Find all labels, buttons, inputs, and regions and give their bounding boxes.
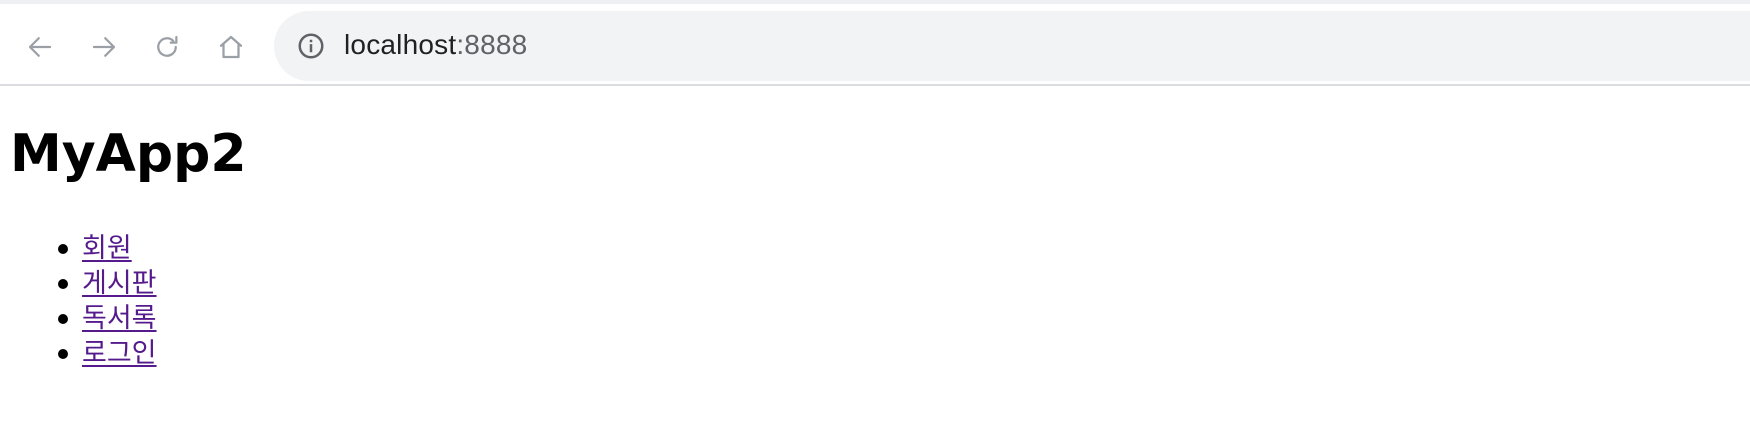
browser-toolbar: localhost:8888	[0, 0, 1750, 86]
page-title: MyApp2	[10, 124, 247, 184]
bullet-icon	[58, 349, 68, 359]
arrow-left-icon	[28, 37, 52, 57]
arrow-right-icon	[92, 37, 116, 57]
url-text[interactable]: localhost:8888	[344, 28, 527, 62]
back-button[interactable]	[19, 26, 61, 68]
list-item: 독서록	[58, 300, 157, 335]
reload-button[interactable]	[146, 26, 188, 68]
home-button[interactable]	[210, 26, 252, 68]
bullet-icon	[58, 314, 68, 324]
home-icon	[219, 35, 243, 59]
info-icon	[298, 33, 324, 59]
nav-link-login[interactable]: 로그인	[82, 338, 157, 369]
bullet-icon	[58, 244, 68, 254]
url-port: :8888	[456, 29, 528, 60]
page-content: MyApp2 회원 게시판 독서록 로그인	[0, 86, 1750, 436]
bullet-icon	[58, 279, 68, 289]
address-bar[interactable]: localhost:8888	[274, 11, 1750, 81]
nav-link-reading-log[interactable]: 독서록	[82, 303, 157, 334]
list-item: 게시판	[58, 265, 157, 300]
list-item: 로그인	[58, 335, 157, 370]
list-item: 회원	[58, 230, 157, 265]
nav-link-board[interactable]: 게시판	[82, 268, 157, 299]
site-info-button[interactable]	[296, 31, 326, 61]
nav-list: 회원 게시판 독서록 로그인	[42, 230, 157, 370]
reload-icon	[157, 35, 178, 57]
forward-button[interactable]	[83, 26, 125, 68]
nav-link-member[interactable]: 회원	[82, 233, 132, 264]
url-host: localhost	[344, 29, 457, 60]
